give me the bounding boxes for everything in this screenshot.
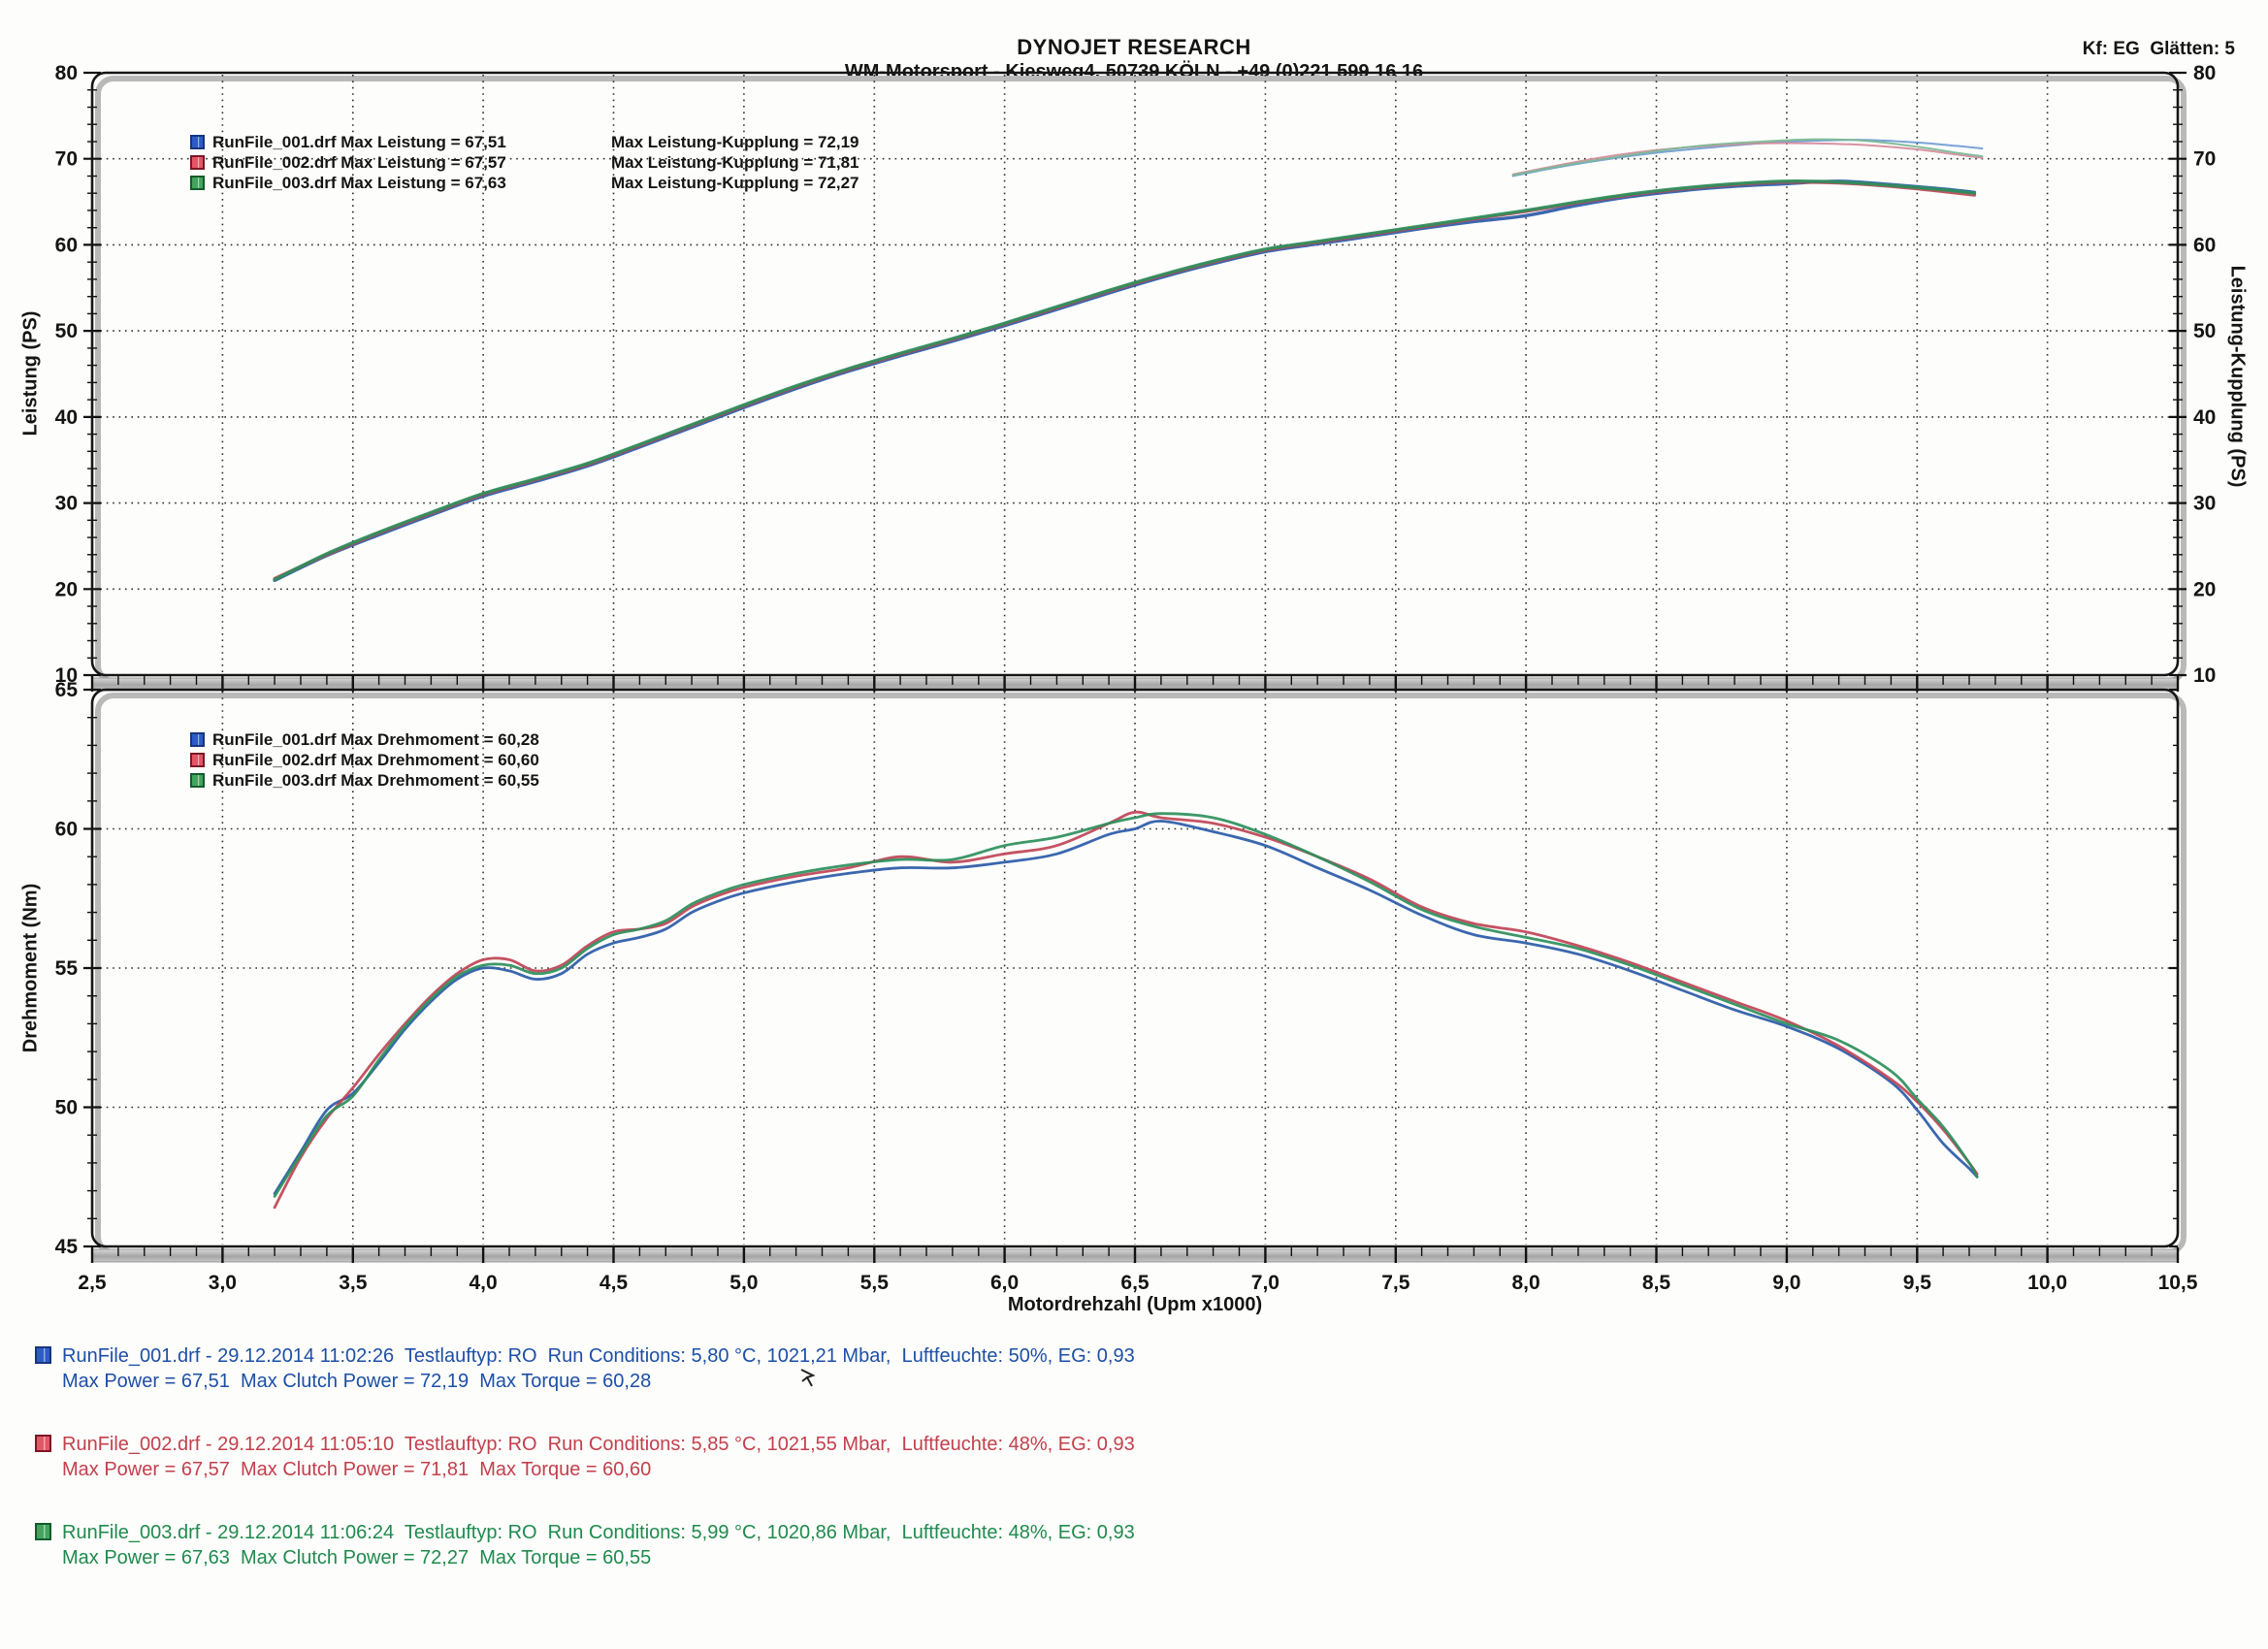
legend-label: RunFile_001.drf Max Leistung = 67,51 [212,133,506,152]
y-tick-labels: 65 60 55 50 45 [55,679,79,1258]
y-tick-label-left: 60 [55,819,78,841]
curve-runfile-002-drf-leistung-kupplung [1513,143,1983,174]
legend-label: RunFile_003.drf Max Drehmoment = 60,55 [212,771,539,791]
power-legend-row: RunFile_002.drf Max Leistung = 67,57 Max… [190,152,506,173]
y-tick-label-right: 50 [2193,320,2216,342]
x-tick-label: 8,5 [1642,1272,1671,1294]
torque-y-axis-title: Drehmoment (Nm) [20,884,43,1052]
run-conditions-line: RunFile_002.drf - 29.12.2014 11:05:10 Te… [62,1432,1135,1457]
y-tick-label-right: 30 [2193,493,2216,515]
y-tick-label-left: 70 [55,148,78,171]
torque-legend-row: RunFile_003.drf Max Drehmoment = 60,55 [190,770,539,791]
y-tick-label-left: 65 [55,679,79,701]
torque-legend-row: RunFile_002.drf Max Drehmoment = 60,60 [190,750,539,770]
torque-legend-row: RunFile_001.drf Max Drehmoment = 60,28 [190,729,539,750]
legend-swatch-run3 [190,176,205,190]
y-tick-label-left: 55 [55,957,79,980]
power-legend: RunFile_001.drf Max Leistung = 67,51 Max… [190,132,506,193]
dyno-run-sheet: DYNOJET RESEARCH WM-Motorsport - Kiesweg… [0,0,2268,1649]
y-tick-label-left: 45 [55,1236,79,1258]
run-maxvalues-line: Max Power = 67,63 Max Clutch Power = 72,… [62,1545,1135,1570]
y-tick-label-left: 30 [55,493,78,515]
y-tick-label-right: 40 [2193,406,2216,429]
legend-swatch-run2 [190,753,205,767]
x-tick-label: 7,0 [1251,1272,1280,1294]
legend-clutch-label: Max Leistung-Kupplung = 72,27 [611,174,859,193]
legend-label: RunFile_003.drf Max Leistung = 67,63 [212,174,506,193]
run-conditions-line: RunFile_003.drf - 29.12.2014 11:06:24 Te… [62,1520,1135,1545]
curve-runfile-001-drf-drehmoment [275,821,1977,1193]
x-tick-label: 7,5 [1381,1272,1410,1294]
x-tick-label: 6,0 [990,1272,1019,1294]
cursor-artifact-icon [797,1366,826,1391]
x-axis-title: Motordrehzahl (Upm x1000) [1008,1294,1262,1316]
x-tick-label: 2,5 [78,1272,107,1294]
x-tick-label: 3,0 [209,1272,237,1294]
y-tick-label-right: 20 [2193,578,2216,600]
curve-runfile-001-drf-leistung [275,181,1974,581]
legend-swatch-run2 [190,155,205,170]
x-tick-label: 5,0 [729,1272,758,1294]
run-maxvalues-line: Max Power = 67,51 Max Clutch Power = 72,… [62,1369,1135,1394]
legend-swatch-run3 [190,773,205,788]
power-legend-row: RunFile_001.drf Max Leistung = 67,51 Max… [190,132,506,152]
y-tick-label-left: 40 [55,406,78,429]
x-tick-label: 10,0 [2027,1272,2067,1294]
x-tick-label: 4,0 [469,1272,497,1294]
legend-swatch-run1 [190,135,205,149]
y-tick-label-left: 50 [55,1097,78,1119]
x-tick-label: 10,5 [2158,1272,2198,1294]
x-tick-label: 6,5 [1120,1272,1150,1294]
curve-runfile-002-drf-leistung [275,182,1974,579]
y-tick-label-left: 50 [55,320,78,342]
y-tick-label-left: 80 [55,62,78,84]
run-summary-1: RunFile_001.drf - 29.12.2014 11:02:26 Te… [35,1343,1135,1394]
legend-label: RunFile_002.drf Max Drehmoment = 60,60 [212,751,539,770]
run-conditions-line: RunFile_001.drf - 29.12.2014 11:02:26 Te… [62,1343,1135,1369]
run-maxvalues-line: Max Power = 67,57 Max Clutch Power = 71,… [62,1457,1135,1482]
legend-label: RunFile_001.drf Max Drehmoment = 60,28 [212,730,539,750]
legend-clutch-label: Max Leistung-Kupplung = 72,19 [611,133,859,152]
power-chart-canvas: 80807070606050504040303020201010 [0,0,2268,698]
run-summary-2: RunFile_002.drf - 29.12.2014 11:05:10 Te… [35,1432,1135,1482]
run-summary-3: RunFile_003.drf - 29.12.2014 11:06:24 Te… [35,1520,1135,1570]
x-tick-label: 3,5 [339,1272,368,1294]
power-y-axis-title: Leistung (PS) [20,311,43,436]
y-tick-label-left: 20 [55,578,78,600]
y-tick-label-right: 60 [2193,234,2216,256]
legend-swatch-run1 [190,732,205,747]
curve-runfile-002-drf-drehmoment [275,812,1977,1208]
run-swatch-run2 [35,1435,51,1452]
x-tick-label: 9,0 [1772,1272,1800,1294]
run-swatch-run1 [35,1346,51,1364]
x-tick-labels: 2,5 3,0 3,5 4,0 4,5 5,0 5,5 6,0 6,5 7,0 7,5 8,0 8,5 9… [78,1272,2197,1294]
curve-runfile-003-drf-leistung [275,181,1974,580]
y-tick-label-left: 60 [55,234,78,256]
clutch-y-axis-title: Leistung-Kupplung (PS) [2226,266,2249,488]
x-tick-label: 4,5 [599,1272,629,1294]
x-tick-label: 9,5 [1903,1272,1932,1294]
run-swatch-run3 [35,1523,51,1540]
x-tick-label: 5,5 [860,1272,890,1294]
legend-clutch-label: Max Leistung-Kupplung = 71,81 [611,153,859,173]
y-tick-label-right: 70 [2193,148,2216,171]
power-legend-row: RunFile_003.drf Max Leistung = 67,63 Max… [190,173,506,193]
x-tick-label: 8,0 [1511,1272,1539,1294]
y-tick-label-right: 80 [2193,62,2216,84]
torque-legend: RunFile_001.drf Max Drehmoment = 60,28 R… [190,729,539,791]
legend-label: RunFile_002.drf Max Leistung = 67,57 [212,153,506,173]
